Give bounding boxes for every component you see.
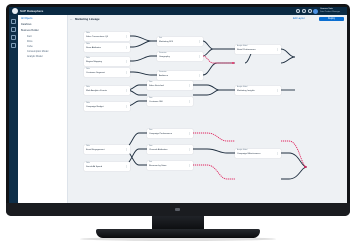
more-icon[interactable]: ⋮	[198, 39, 201, 43]
sidebar: All Objects Dataflows Business Builder F…	[18, 15, 68, 212]
lineage-node[interactable]: Table Region Mapping ⋮	[84, 57, 130, 66]
edge	[281, 166, 308, 180]
lineage-node[interactable]: Analytic Model Marketing Insights ⋮	[235, 86, 281, 95]
edge	[193, 148, 235, 154]
lineage-canvas[interactable]: Table Sales Transactions Q4 ⋮ Table Stor…	[67, 23, 347, 212]
more-icon[interactable]: ⋮	[188, 99, 191, 103]
more-icon[interactable]: ⋮	[125, 59, 128, 63]
lineage-node[interactable]: Table Campaign Budget ⋮	[84, 102, 130, 111]
user-menu[interactable]: Gemma Soto Data Product Manager	[313, 8, 345, 15]
sidebar-item-dataflows[interactable]: Dataflows	[21, 23, 32, 26]
catalog-icon[interactable]	[11, 27, 16, 32]
lineage-node[interactable]: Analytic Model Campaign Effectiveness ⋮	[235, 149, 281, 158]
screen: SAP Datasphere Gemma Soto Data Product M…	[9, 7, 347, 212]
lineage-node[interactable]: Dimension Geography ⋮	[157, 52, 203, 61]
user-role: Data Product Manager	[320, 11, 341, 13]
lineage-node[interactable]: View Campaign Performance ⋮	[147, 129, 193, 138]
edge-highlight	[193, 132, 235, 142]
page-title: Marketing Lineage	[75, 17, 100, 21]
builder-icon[interactable]	[11, 35, 16, 40]
avatar	[313, 8, 318, 14]
sidebar-item-analytic-model[interactable]: Analytic Model	[27, 55, 43, 58]
edge-highlight	[202, 55, 235, 64]
edge	[280, 48, 296, 58]
more-icon[interactable]: ⋮	[125, 45, 128, 49]
edge	[280, 56, 296, 64]
more-icon[interactable]: ⋮	[188, 131, 191, 135]
shell-header: SAP Datasphere Gemma Soto Data Product M…	[9, 7, 347, 15]
more-icon[interactable]: ⋮	[188, 147, 191, 151]
more-icon[interactable]: ⋮	[198, 54, 201, 58]
edge	[202, 48, 235, 57]
page-header: ← Marketing Lineage Edit Layout Deploy	[67, 15, 347, 23]
lineage-node[interactable]: View Sales Enriched ⋮	[147, 81, 193, 90]
edge	[202, 40, 235, 50]
edge	[202, 62, 235, 76]
more-icon[interactable]: ⋮	[125, 147, 128, 151]
edge-highlight	[193, 164, 235, 180]
lineage-node[interactable]: Table Sales Transactions Q4 ⋮	[84, 32, 130, 41]
more-icon[interactable]: ⋮	[125, 34, 128, 38]
lineage-node[interactable]: Table Social Ad Spend ⋮	[84, 162, 130, 171]
lineage-node[interactable]: Analytic Model Retail Performance ⋮	[235, 45, 281, 54]
edge	[281, 152, 308, 168]
edge-marker	[232, 62, 234, 64]
monitor-logo	[175, 208, 180, 211]
edge	[193, 84, 235, 91]
stand-shadow	[80, 237, 276, 241]
more-icon[interactable]: ⋮	[276, 88, 279, 92]
sidebar-item-fact[interactable]: Fact	[27, 35, 32, 38]
lineage-node[interactable]: Dimension Audience ⋮	[157, 71, 203, 80]
app-title: SAP Datasphere	[20, 9, 44, 13]
more-icon[interactable]: ⋮	[125, 164, 128, 168]
arrow-left-icon[interactable]: ←	[70, 17, 73, 21]
more-icon[interactable]: ⋮	[125, 70, 128, 74]
search-icon[interactable]	[296, 9, 300, 13]
lineage-node[interactable]: View Customer 360 ⋮	[147, 97, 193, 106]
more-icon[interactable]: ⋮	[125, 104, 128, 108]
lineage-node[interactable]: View Channel Attribution ⋮	[147, 145, 193, 154]
edge-marker	[304, 166, 306, 168]
lineage-node[interactable]: Fact Marketing ROI ⋮	[157, 37, 203, 46]
nav-rail	[9, 15, 18, 212]
edge	[193, 89, 235, 96]
lineage-node[interactable]: Table Customer Segment ⋮	[84, 68, 130, 77]
sidebar-item-business-builder[interactable]: Business Builder	[21, 29, 39, 32]
more-icon[interactable]: ⋮	[198, 73, 201, 77]
deploy-button[interactable]: Deploy	[319, 16, 344, 21]
sidebar-item-all-objects[interactable]: All Objects	[21, 17, 32, 20]
more-icon[interactable]: ⋮	[188, 163, 191, 167]
lineage-node[interactable]: Table Web Analytics Events ⋮	[84, 86, 130, 95]
sidebar-item-dims[interactable]: Dims	[27, 40, 32, 43]
lineage-node[interactable]: Table Email Engagement ⋮	[84, 145, 130, 154]
lineage-node[interactable]: Table Store Attributes ⋮	[84, 43, 130, 52]
settings-icon[interactable]	[11, 43, 16, 48]
lineage-node[interactable]: Fact Revenue by Store ⋮	[147, 161, 193, 170]
home-icon[interactable]	[11, 19, 16, 24]
help-icon[interactable]	[308, 9, 312, 13]
sidebar-item-cube[interactable]: Cube	[27, 45, 33, 48]
sidebar-item-consumption-model[interactable]: Consumption Model	[27, 50, 48, 53]
more-icon[interactable]: ⋮	[276, 151, 279, 155]
edit-layout-button[interactable]: Edit Layout	[293, 17, 305, 21]
more-icon[interactable]: ⋮	[188, 83, 191, 87]
app-logo[interactable]	[12, 8, 18, 14]
more-icon[interactable]: ⋮	[125, 88, 128, 92]
bell-icon[interactable]	[302, 9, 306, 13]
more-icon[interactable]: ⋮	[276, 47, 279, 51]
